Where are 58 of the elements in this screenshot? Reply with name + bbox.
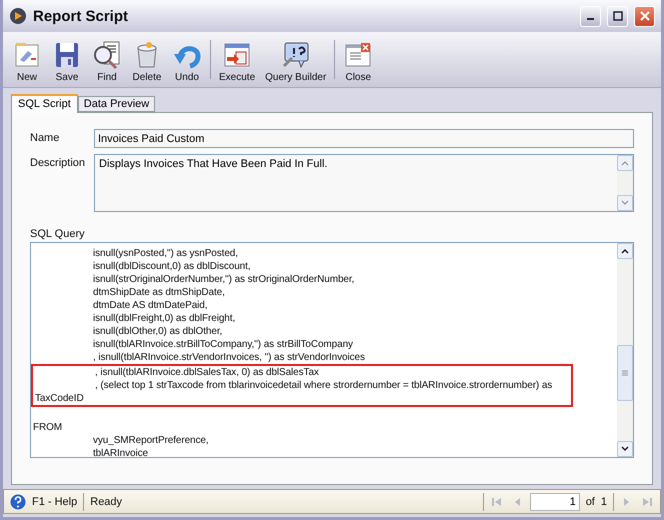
tab[interactable]: SQL Script [11,94,78,113]
toolbar-button[interactable]: Delete [127,32,167,87]
scrollbar[interactable] [617,155,633,211]
field-label: Description [30,156,86,169]
first-page-icon [492,496,502,506]
code-line: , isnull(tblARInvoice.dblSalesTax, 0) as dblSalesTax [94,366,320,379]
minimize-icon [587,18,594,20]
last-page-icon [642,496,652,506]
name-field[interactable]: Invoices Paid Custom [94,129,634,148]
code-line: isnull(tblARInvoice.strBillToCompany,'') as strBillToCompany [92,338,354,351]
app-logo-icon [9,7,27,25]
speech-bubble-icon [280,40,311,70]
code-line: isnull(strOriginalOrderNumber,'') as strOriginalOrderNumber, [92,273,356,286]
toolbar-button[interactable]: New [7,32,47,87]
code-line: isnull(dblDiscount,0) as dblDiscount, [92,260,252,273]
field-label: Name [30,131,60,144]
close-icon [640,11,650,21]
code-line: TaxCodeID [34,392,85,405]
toolbar-button[interactable]: Undo [167,32,207,87]
page-field[interactable]: 1 [530,492,580,510]
code-line: dtmDate AS dtmDatePaid, [92,299,208,312]
code-line: vyu_SMReportPreference, [92,434,210,447]
down-caret-icon [621,446,629,452]
maximize-button[interactable] [607,6,628,26]
status-text: Ready [90,496,124,508]
code-line: , isnull(tblARInvoice.strVendorInvoices, '') as strVendorInvoices [92,351,366,364]
scrollbar[interactable] [617,243,633,457]
code-line: dtmShipDate as dtmShipDate, [92,286,226,299]
help-icon [10,494,26,510]
tab[interactable]: Data Preview [78,96,156,112]
toolbar-button[interactable]: Query Builder [260,32,332,87]
code-line: isnull(ysnPosted,'') as ysnPosted, [92,247,239,260]
code-line: , (select top 1 strTaxcode from tblarinvoicedetail where strordernumber = tblARInvoice.strordernumber) as [94,379,554,392]
help-hint: F1 - Help [32,496,78,508]
page-count: 1 [600,496,607,508]
close-button[interactable] [634,6,655,26]
minimize-button[interactable] [580,6,601,26]
description-text: Displays Invoices That Have Been Paid In Full. [98,157,328,172]
magnifier-document-icon [92,40,122,70]
grip-icon [622,370,628,376]
maximize-icon [612,11,622,21]
up-caret-icon [621,248,629,254]
toolbar-button[interactable]: Save [47,32,87,87]
up-caret-icon [621,160,629,166]
scroll-thumb[interactable] [617,345,633,401]
toolbar-button[interactable]: Close [338,32,378,87]
code-line: FROM [32,421,64,434]
field-label: SQL Query [30,228,86,240]
window-title: Report Script [33,8,130,24]
code-line: isnull(dblOther,0) as dblOther, [92,325,224,338]
of-label: of [586,496,595,508]
sql-editor[interactable] [30,242,634,458]
code-line: isnull(dblFreight,0) as dblFreight, [92,312,236,325]
description-field[interactable]: Displays Invoices That Have Been Paid In Full. [94,154,634,212]
toolbar-button[interactable]: Execute [214,32,260,87]
toolbar-button[interactable]: Find [87,32,127,87]
code-line: tblARInvoice [92,447,149,460]
down-caret-icon [621,200,629,206]
